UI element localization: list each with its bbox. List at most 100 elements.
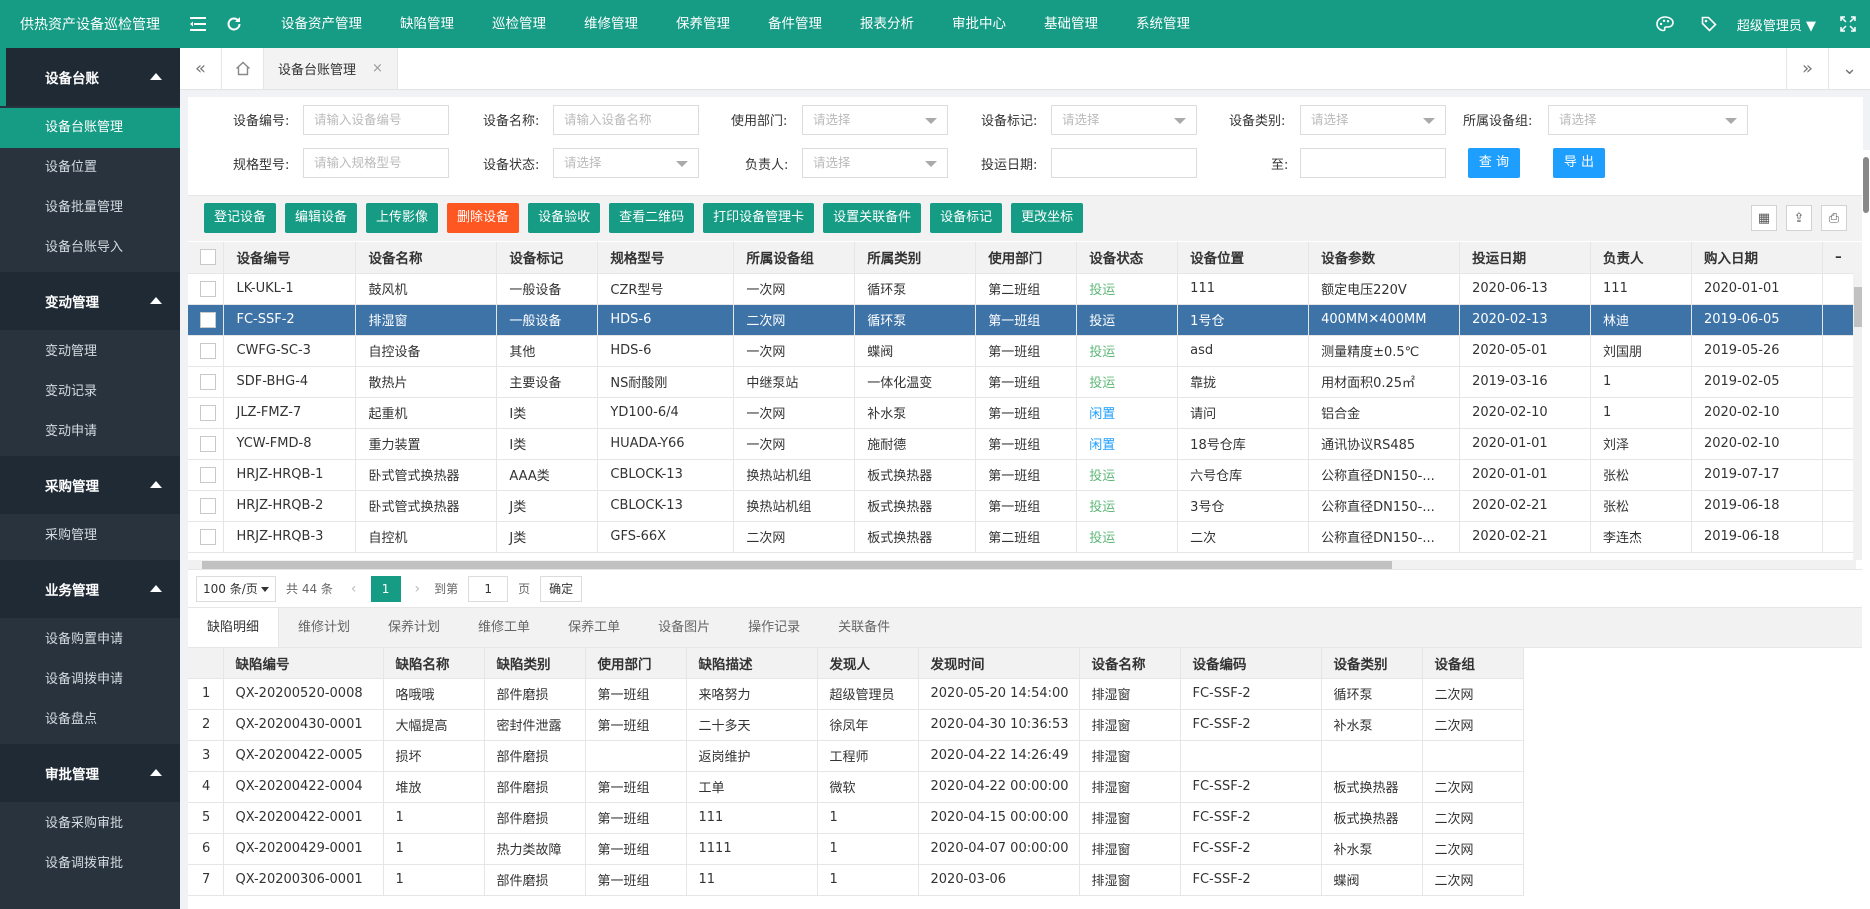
table-row[interactable]: HRJZ-HRQB-3 自控机 J类 GFS-66X 二次网 板式换热器 第二班组 投运 二次公… bbox=[188, 521, 1863, 553]
table-row[interactable]: JLZ-FMZ-7 起重机 I类 YD100-6/4 一次网 补水泵 第一班组 闲置 请问 铝合金… bbox=[188, 397, 1863, 429]
table-row[interactable]: 4 QX-20200422-0004 堆放 部件磨损 第一班组 工单 微软 2020-04-2… bbox=[188, 771, 1524, 803]
tab-operation-log[interactable]: 操作记录 bbox=[729, 608, 819, 647]
column-header[interactable]: 负责人 bbox=[1590, 242, 1692, 274]
column-header[interactable]: 设备编号 bbox=[223, 242, 357, 274]
tab-maintenance-plan[interactable]: 保养计划 bbox=[369, 608, 459, 647]
page-scrollbar[interactable] bbox=[1862, 150, 1870, 909]
goto-confirm-button[interactable]: 确定 bbox=[540, 575, 583, 602]
sidebar-group-ledger[interactable]: 设备台账 bbox=[0, 48, 180, 106]
columns-icon[interactable]: ▦ bbox=[1751, 205, 1777, 231]
column-header[interactable]: 缺陷描述 bbox=[686, 648, 818, 679]
home-icon[interactable] bbox=[222, 48, 264, 89]
table-row[interactable]: CWFG-SC-3 自控设备 其他 HDS-6 一次网 蝶阀 第一班组 投运 asd 测量精度±0… bbox=[188, 335, 1863, 367]
column-header[interactable]: 设备组 bbox=[1422, 648, 1524, 679]
upload-image-button[interactable]: 上传影像 bbox=[366, 203, 439, 233]
column-header[interactable]: 购入日期 bbox=[1691, 242, 1823, 274]
delete-device-button[interactable]: 删除设备 bbox=[447, 203, 520, 233]
sidebar-group-business[interactable]: 业务管理 bbox=[0, 560, 180, 618]
row-checkbox[interactable] bbox=[200, 497, 216, 514]
column-header[interactable]: 设备状态 bbox=[1076, 242, 1179, 274]
date-from-input[interactable] bbox=[1051, 148, 1197, 178]
row-select-cell[interactable] bbox=[188, 366, 225, 398]
model-input[interactable]: 请输入规格型号 bbox=[303, 148, 449, 178]
sidebar-item-ledger-management[interactable]: 设备台账管理 bbox=[0, 108, 180, 148]
table-row[interactable]: 2 QX-20200430-0001 大幅提高 密封件泄露 第一班组 二十多天 徐凤年 202… bbox=[188, 709, 1524, 741]
column-header[interactable]: 发现人 bbox=[817, 648, 919, 679]
tab-repair-plan[interactable]: 维修计划 bbox=[279, 608, 369, 647]
tag-icon[interactable] bbox=[1687, 16, 1731, 32]
sidebar-item-transfer[interactable]: 设备调拨申请 bbox=[0, 660, 180, 700]
tab-defect-detail[interactable]: 缺陷明细 bbox=[188, 608, 280, 647]
nav-reports[interactable]: 报表分析 bbox=[849, 0, 925, 48]
row-select-cell[interactable] bbox=[188, 428, 225, 460]
accept-device-button[interactable]: 设备验收 bbox=[528, 203, 601, 233]
menu-icon[interactable] bbox=[180, 17, 216, 31]
sidebar-item-transfer-approval[interactable]: 设备调拨审批 bbox=[0, 844, 180, 884]
table-row[interactable]: 3 QX-20200422-0005 损坏 部件磨损 返岗维护 工程师 2020-04-22… bbox=[188, 740, 1524, 772]
sidebar-item-change-management[interactable]: 变动管理 bbox=[0, 332, 180, 372]
view-qrcode-button[interactable]: 查看二维码 bbox=[609, 203, 695, 233]
sidebar-item-change-record[interactable]: 变动记录 bbox=[0, 372, 180, 412]
nav-defect[interactable]: 缺陷管理 bbox=[389, 0, 465, 48]
owner-select[interactable]: 请选择 bbox=[802, 148, 948, 178]
nav-system[interactable]: 系统管理 bbox=[1125, 0, 1201, 48]
nav-inspection[interactable]: 巡检管理 bbox=[481, 0, 557, 48]
print-card-button[interactable]: 打印设备管理卡 bbox=[703, 203, 815, 233]
next-page-icon[interactable]: › bbox=[415, 581, 421, 597]
row-select-cell[interactable] bbox=[188, 521, 225, 553]
scroll-left-icon[interactable]: « bbox=[180, 48, 222, 89]
mark-select[interactable]: 请选择 bbox=[1051, 105, 1197, 135]
column-header[interactable]: 所属类别 bbox=[854, 242, 977, 274]
column-header[interactable]: 设备位置 bbox=[1177, 242, 1310, 274]
row-checkbox[interactable] bbox=[200, 342, 216, 359]
prev-page-icon[interactable]: ‹ bbox=[351, 581, 357, 597]
nav-basic[interactable]: 基础管理 bbox=[1033, 0, 1109, 48]
row-checkbox[interactable] bbox=[200, 466, 216, 483]
table-row[interactable]: 5 QX-20200422-0001 1 部件磨损 第一班组 111 1 2020-04-15… bbox=[188, 802, 1524, 834]
row-checkbox[interactable] bbox=[200, 435, 216, 452]
row-select-cell[interactable] bbox=[188, 304, 225, 336]
column-header[interactable]: 设备标记 bbox=[496, 242, 599, 274]
export-button[interactable]: 导 出 bbox=[1553, 148, 1605, 178]
tab-menu-chevron-icon[interactable]: ⌄ bbox=[1828, 48, 1870, 89]
column-header[interactable]: 设备类别 bbox=[1321, 648, 1423, 679]
table-row[interactable]: HRJZ-HRQB-2 卧式管式换热器 J类 CBLOCK-13 换热站机组 板式换热器第… bbox=[188, 490, 1863, 522]
link-spare-parts-button[interactable]: 设置关联备件 bbox=[823, 203, 922, 233]
refresh-icon[interactable] bbox=[216, 16, 252, 32]
change-coords-button[interactable]: 更改坐标 bbox=[1011, 203, 1084, 233]
category-select[interactable]: 请选择 bbox=[1300, 105, 1446, 135]
column-header[interactable]: 缺陷名称 bbox=[383, 648, 485, 679]
sidebar-item-location[interactable]: 设备位置 bbox=[0, 148, 180, 188]
nav-repair[interactable]: 维修管理 bbox=[573, 0, 649, 48]
select-all-checkbox[interactable] bbox=[200, 249, 216, 266]
device-no-input[interactable]: 请输入设备编号 bbox=[303, 105, 449, 135]
row-select-cell[interactable] bbox=[188, 335, 225, 367]
nav-spare-parts[interactable]: 备件管理 bbox=[757, 0, 833, 48]
tab-linked-parts[interactable]: 关联备件 bbox=[819, 608, 909, 647]
print-icon[interactable]: ⎙ bbox=[1821, 205, 1847, 231]
horizontal-scrollbar[interactable] bbox=[188, 560, 1856, 569]
group-select[interactable]: 请选择 bbox=[1548, 105, 1748, 135]
export-icon[interactable]: ⇪ bbox=[1786, 205, 1812, 231]
tab-repair-order[interactable]: 维修工单 bbox=[459, 608, 549, 647]
table-row[interactable]: FC-SSF-2 排湿窗 一般设备 HDS-6 二次网 循环泵 第一班组 投运 1号仓 400MM… bbox=[188, 304, 1863, 336]
tab-ledger-management[interactable]: 设备台账管理 × bbox=[264, 48, 398, 89]
table-row[interactable]: 6 QX-20200429-0001 1 热力类故障 第一班组 1111 1 2020-04-… bbox=[188, 833, 1524, 865]
table-row[interactable]: HRJZ-HRQB-1 卧式管式换热器 AAA类 CBLOCK-13 换热站机组 板式换热… bbox=[188, 459, 1863, 491]
column-header[interactable]: 使用部门 bbox=[585, 648, 687, 679]
sidebar-group-change[interactable]: 变动管理 bbox=[0, 272, 180, 330]
row-checkbox[interactable] bbox=[200, 311, 216, 328]
sidebar-item-import[interactable]: 设备台账导入 bbox=[0, 228, 180, 268]
column-header[interactable]: 使用部门 bbox=[975, 242, 1078, 274]
sidebar-item-acquisition[interactable]: 设备购置申请 bbox=[0, 620, 180, 660]
close-icon[interactable]: × bbox=[372, 61, 383, 76]
edit-device-button[interactable]: 编辑设备 bbox=[285, 203, 358, 233]
column-header[interactable]: 缺陷类别 bbox=[484, 648, 586, 679]
nav-asset[interactable]: 设备资产管理 bbox=[270, 0, 373, 48]
row-checkbox[interactable] bbox=[200, 404, 216, 421]
column-header[interactable]: 发现时间 bbox=[918, 648, 1080, 679]
sidebar-group-approval[interactable]: 审批管理 bbox=[0, 744, 180, 802]
table-row[interactable]: 1 QX-20200520-0008 咯哦哦 部件磨损 第一班组 来咯努力 超级管理员 202… bbox=[188, 678, 1524, 710]
fullscreen-icon[interactable] bbox=[1826, 16, 1870, 32]
row-select-cell[interactable] bbox=[188, 459, 225, 491]
